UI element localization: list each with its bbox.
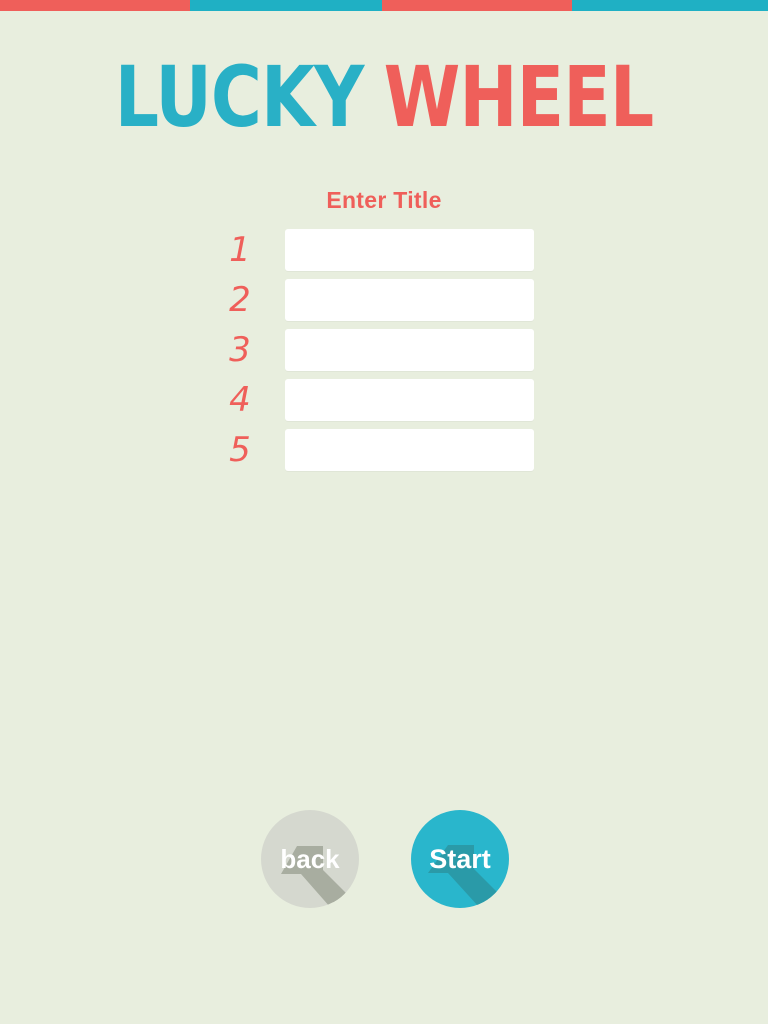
entry-number-4: 4 — [229, 380, 251, 420]
page-title-wheel: WHEEL — [383, 48, 655, 146]
page-title: LUCKY WHEEL — [31, 52, 738, 142]
entry-row: 2 — [211, 279, 541, 329]
entry-row: 4 — [211, 379, 541, 429]
entry-number-1: 1 — [229, 230, 251, 270]
entry-input-2[interactable] — [285, 279, 534, 321]
top-bar-segment-3 — [382, 0, 572, 11]
top-bar-segment-1 — [0, 0, 190, 11]
entry-number-2: 2 — [229, 280, 251, 320]
entry-list: 1 2 3 4 5 — [211, 229, 541, 479]
entry-input-4[interactable] — [285, 379, 534, 421]
entry-number-3: 3 — [229, 330, 251, 370]
back-button-label: back — [280, 843, 340, 874]
button-bar: back Start — [0, 810, 768, 910]
top-bar-segment-2 — [190, 0, 382, 11]
entry-input-1[interactable] — [285, 229, 534, 271]
decorative-top-bar — [0, 0, 768, 11]
back-button[interactable]: back — [261, 810, 359, 908]
entry-input-3[interactable] — [285, 329, 534, 371]
entry-input-5[interactable] — [285, 429, 534, 471]
page-title-lucky: LUCKY — [114, 48, 365, 146]
entry-number-5: 5 — [229, 430, 251, 470]
start-button-label: Start — [429, 843, 491, 874]
enter-title-label: Enter Title — [326, 187, 442, 213]
top-bar-segment-4 — [572, 0, 768, 11]
entry-row: 5 — [211, 429, 541, 479]
entry-row: 3 — [211, 329, 541, 379]
start-button[interactable]: Start — [411, 810, 509, 908]
entry-row: 1 — [211, 229, 541, 279]
